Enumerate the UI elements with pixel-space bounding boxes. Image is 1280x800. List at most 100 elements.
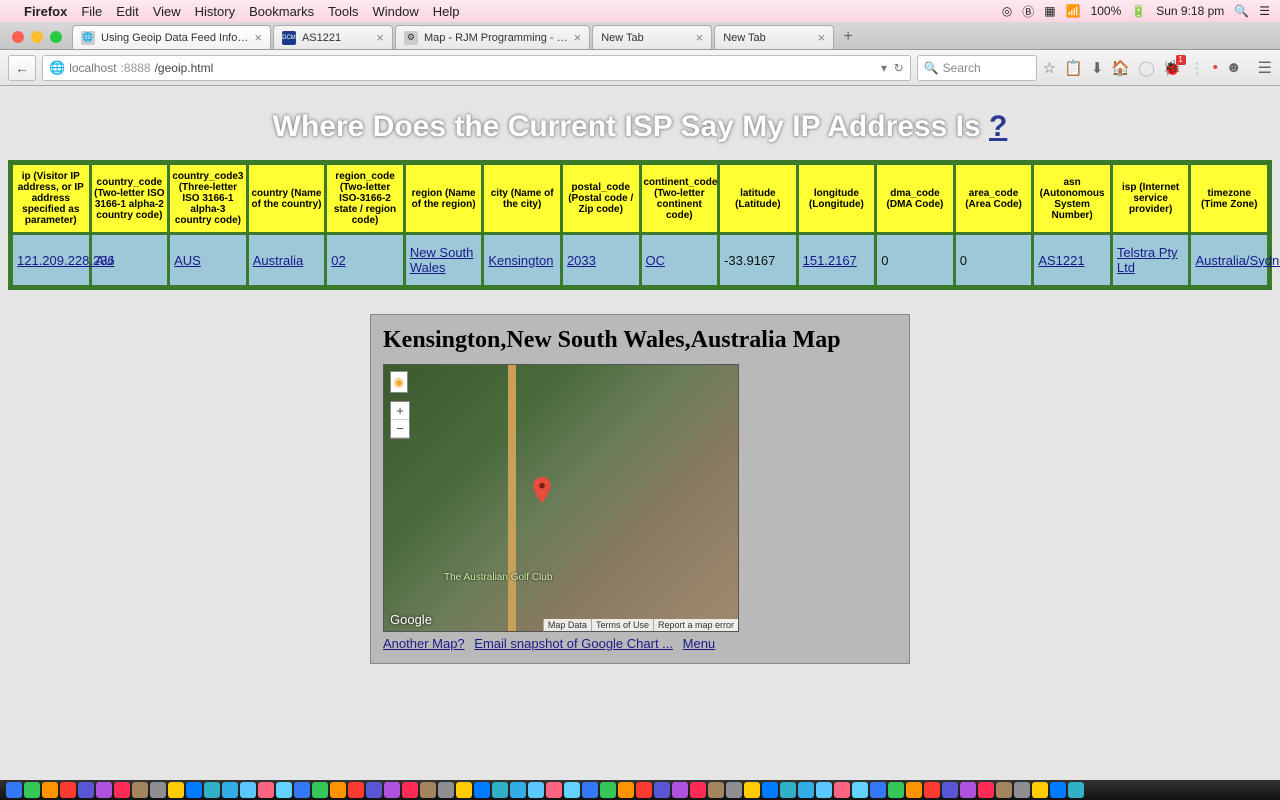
dock-app-icon[interactable] xyxy=(366,782,382,798)
dock-app-icon[interactable] xyxy=(114,782,130,798)
dock-app-icon[interactable] xyxy=(168,782,184,798)
dock-app-icon[interactable] xyxy=(1032,782,1048,798)
map-marker-icon[interactable] xyxy=(533,477,551,503)
cell-region[interactable]: New South Wales xyxy=(410,245,474,275)
status-icon[interactable]: ▦ xyxy=(1044,4,1055,18)
menu-tools[interactable]: Tools xyxy=(328,4,358,19)
dock-app-icon[interactable] xyxy=(258,782,274,798)
url-bar[interactable]: 🌐 localhost:8888/geoip.html ▾ ↻ xyxy=(42,55,911,81)
cell-isp[interactable]: Telstra Pty Ltd xyxy=(1117,245,1178,275)
extension-badge-icon[interactable]: 🐞 xyxy=(1163,59,1182,77)
dock-app-icon[interactable] xyxy=(348,782,364,798)
dock-app-icon[interactable] xyxy=(204,782,220,798)
search-bar[interactable]: 🔍 Search xyxy=(917,55,1037,81)
dock-app-icon[interactable] xyxy=(960,782,976,798)
browser-tab[interactable]: DCM AS1221 × xyxy=(273,25,393,49)
dock-app-icon[interactable] xyxy=(96,782,112,798)
map-report-link[interactable]: Report a map error xyxy=(653,619,738,631)
dock-app-icon[interactable] xyxy=(492,782,508,798)
cell-asn[interactable]: AS1221 xyxy=(1038,253,1084,268)
wifi-icon[interactable]: 📶 xyxy=(1066,4,1081,18)
dock-app-icon[interactable] xyxy=(438,782,454,798)
dock-app-icon[interactable] xyxy=(636,782,652,798)
dock-app-icon[interactable] xyxy=(888,782,904,798)
browser-tab[interactable]: New Tab × xyxy=(714,25,834,49)
dock-app-icon[interactable] xyxy=(456,782,472,798)
pocket-icon[interactable]: ☻ xyxy=(1226,59,1242,76)
dock-app-icon[interactable] xyxy=(546,782,562,798)
close-window-button[interactable] xyxy=(12,31,24,43)
home-icon[interactable]: 🏠 xyxy=(1111,59,1130,77)
menu-view[interactable]: View xyxy=(153,4,181,19)
dock-app-icon[interactable] xyxy=(132,782,148,798)
dock-app-icon[interactable] xyxy=(816,782,832,798)
menu-link[interactable]: Menu xyxy=(683,636,716,651)
hamburger-menu-icon[interactable]: ☰ xyxy=(1258,58,1272,78)
status-icon[interactable]: ◎ xyxy=(1002,4,1012,18)
dock-app-icon[interactable] xyxy=(600,782,616,798)
dock-app-icon[interactable] xyxy=(330,782,346,798)
extension-icon[interactable]: • xyxy=(1213,59,1218,76)
zoom-in-button[interactable]: + xyxy=(391,402,409,420)
dock-app-icon[interactable] xyxy=(528,782,544,798)
cell-country-code3[interactable]: AUS xyxy=(174,253,201,268)
menu-edit[interactable]: Edit xyxy=(116,4,138,19)
browser-tab[interactable]: ⚙ Map - RJM Programming - … × xyxy=(395,25,590,49)
back-button[interactable]: ← xyxy=(8,55,36,81)
new-tab-button[interactable]: + xyxy=(836,25,860,49)
dock-app-icon[interactable] xyxy=(798,782,814,798)
dock-app-icon[interactable] xyxy=(150,782,166,798)
cell-city[interactable]: Kensington xyxy=(488,253,553,268)
map-terms-link[interactable]: Terms of Use xyxy=(591,619,653,631)
browser-tab[interactable]: 🌐 Using Geoip Data Feed Info… × xyxy=(72,25,271,49)
dock-app-icon[interactable] xyxy=(222,782,238,798)
dock-app-icon[interactable] xyxy=(474,782,490,798)
menu-window[interactable]: Window xyxy=(373,4,419,19)
close-tab-icon[interactable]: × xyxy=(818,30,826,45)
map-data-link[interactable]: Map Data xyxy=(543,619,591,631)
sync-icon[interactable]: ◯ xyxy=(1138,59,1155,77)
dock-app-icon[interactable] xyxy=(510,782,526,798)
dock-app-icon[interactable] xyxy=(690,782,706,798)
email-snapshot-link[interactable]: Email snapshot of Google Chart ... xyxy=(474,636,673,651)
cell-country-code[interactable]: AU xyxy=(96,253,114,268)
dock-app-icon[interactable] xyxy=(744,782,760,798)
zoom-out-button[interactable]: − xyxy=(391,420,409,438)
dock-app-icon[interactable] xyxy=(24,782,40,798)
dock-app-icon[interactable] xyxy=(762,782,778,798)
browser-tab[interactable]: New Tab × xyxy=(592,25,712,49)
dock-app-icon[interactable] xyxy=(834,782,850,798)
dock-app-icon[interactable] xyxy=(294,782,310,798)
dock-app-icon[interactable] xyxy=(582,782,598,798)
dock-app-icon[interactable] xyxy=(618,782,634,798)
minimize-window-button[interactable] xyxy=(31,31,43,43)
dock-app-icon[interactable] xyxy=(672,782,688,798)
help-link[interactable]: ? xyxy=(989,110,1007,143)
close-tab-icon[interactable]: × xyxy=(696,30,704,45)
app-name[interactable]: Firefox xyxy=(24,4,67,19)
dock-app-icon[interactable] xyxy=(1068,782,1084,798)
pegman-icon[interactable]: ◉ xyxy=(390,371,408,393)
dock-app-icon[interactable] xyxy=(186,782,202,798)
dock-app-icon[interactable] xyxy=(240,782,256,798)
dock-app-icon[interactable] xyxy=(996,782,1012,798)
close-tab-icon[interactable]: × xyxy=(254,30,262,45)
menu-help[interactable]: Help xyxy=(433,4,460,19)
dock-app-icon[interactable] xyxy=(402,782,418,798)
dock-app-icon[interactable] xyxy=(60,782,76,798)
dock-app-icon[interactable] xyxy=(906,782,922,798)
cell-postal-code[interactable]: 2033 xyxy=(567,253,596,268)
cell-longitude[interactable]: 151.2167 xyxy=(803,253,857,268)
dock-app-icon[interactable] xyxy=(6,782,22,798)
dock-app-icon[interactable] xyxy=(708,782,724,798)
bookmark-star-icon[interactable]: ☆ xyxy=(1043,59,1056,77)
notification-center-icon[interactable]: ☰ xyxy=(1259,4,1270,18)
dock-app-icon[interactable] xyxy=(924,782,940,798)
map-canvas[interactable]: ◉ + − The Australian Golf Club Google Ma… xyxy=(383,364,739,632)
dock-app-icon[interactable] xyxy=(1050,782,1066,798)
clock[interactable]: Sun 9:18 pm xyxy=(1156,4,1224,18)
cell-region-code[interactable]: 02 xyxy=(331,253,345,268)
dock-app-icon[interactable] xyxy=(978,782,994,798)
status-icon[interactable]: Ⓑ xyxy=(1022,3,1034,20)
download-icon[interactable]: ⬇ xyxy=(1091,59,1104,77)
